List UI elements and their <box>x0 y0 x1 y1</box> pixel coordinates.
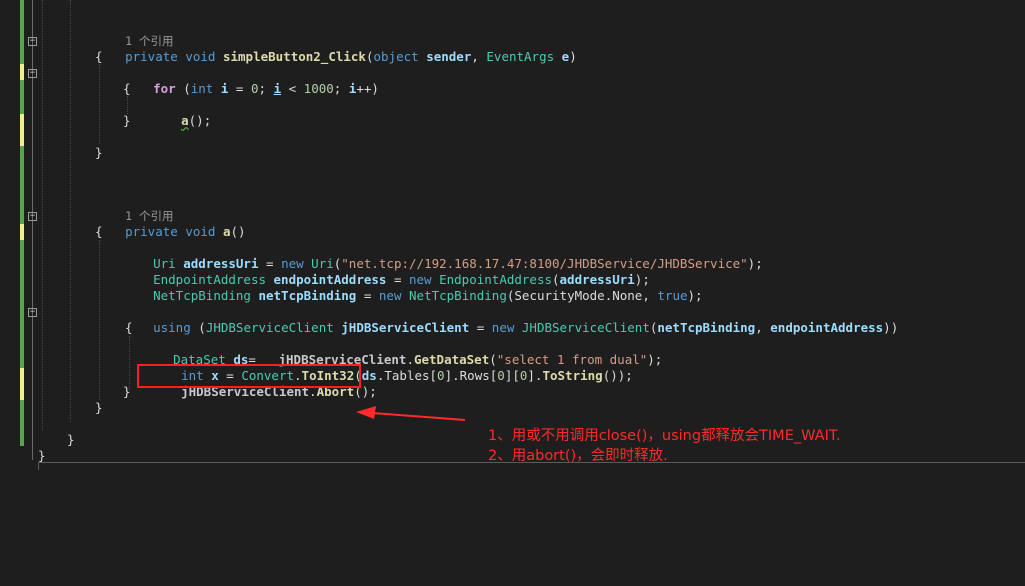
highlight-box <box>137 364 361 388</box>
code-line-brace: } <box>123 384 131 399</box>
code-line-call-a: a(); <box>181 113 212 128</box>
code-line-brace: { <box>95 49 103 64</box>
type-name: NetTcpBinding <box>153 288 251 303</box>
enum-type: SecurityMode <box>514 288 605 303</box>
code-editor[interactable]: − − − − 1 个引用 private void simpleButton2… <box>0 0 1025 470</box>
code-line-brace: } <box>123 113 131 128</box>
type-name: NetTcpBinding <box>409 288 507 303</box>
code-line-brace: { <box>95 224 103 239</box>
code-line-brace: } <box>67 432 75 447</box>
number: 0 <box>497 368 505 383</box>
collapse-icon[interactable]: − <box>28 308 37 317</box>
method-name: simpleButton2_Click <box>222 49 366 64</box>
change-indicator <box>20 80 24 114</box>
type-name: JHDBServiceClient <box>521 320 650 335</box>
enum-member: None <box>612 288 643 303</box>
param-type: object <box>373 49 419 64</box>
keyword: using <box>153 320 191 335</box>
change-indicator <box>20 400 24 446</box>
code-line-brace: { <box>125 320 133 335</box>
code-line-brace: } <box>95 145 103 160</box>
code-line-brace: { <box>123 81 131 96</box>
change-indicator-modified <box>20 368 24 400</box>
change-indicator-modified <box>20 224 24 240</box>
keyword: new <box>491 320 515 335</box>
change-indicator-modified <box>20 114 24 146</box>
change-indicator <box>20 0 24 64</box>
code-line-for-loop: for (int i = 0; i < 1000; i++) <box>153 81 379 96</box>
property: Tables <box>384 368 430 383</box>
keyword: void <box>185 224 216 239</box>
arrow-icon <box>356 406 466 421</box>
collapse-icon[interactable]: − <box>28 212 37 221</box>
keyword: true <box>657 288 688 303</box>
property: Rows <box>459 368 490 383</box>
code-line-brace: } <box>95 400 103 415</box>
number: 1000 <box>303 81 334 96</box>
indent-guide <box>70 0 71 422</box>
code-line-method1-signature: private void simpleButton2_Click(object … <box>125 49 577 64</box>
method-call: ToString <box>542 368 603 383</box>
method-name: a <box>222 224 231 239</box>
variable: endpointAddress <box>770 320 884 335</box>
change-indicator-modified <box>20 64 24 80</box>
keyword: void <box>185 49 216 64</box>
number: 0 <box>250 81 259 96</box>
code-line-uri: Uri addressUri = new Uri("net.tcp://192.… <box>153 256 763 271</box>
keyword: for <box>153 81 176 96</box>
empty-area <box>0 470 1025 586</box>
collapse-icon[interactable]: − <box>28 37 37 46</box>
code-line-using: using (JHDBServiceClient jHDBServiceClie… <box>153 320 899 335</box>
number: 0 <box>437 368 445 383</box>
keyword: private <box>125 49 178 64</box>
code-line-endpoint: EndpointAddress endpointAddress = new En… <box>153 272 650 287</box>
variable: netTcpBinding <box>258 288 357 303</box>
method-call: a <box>181 113 189 128</box>
indent-guide <box>42 0 43 430</box>
change-indicator <box>20 146 24 224</box>
code-line-binding: NetTcpBinding netTcpBinding = new NetTcp… <box>153 288 703 303</box>
keyword: int <box>190 81 214 96</box>
collapse-icon[interactable]: − <box>28 69 37 78</box>
type-name: JHDBServiceClient <box>205 320 334 335</box>
annotation-line-2: 2、用abort()，会即时释放. <box>488 448 668 464</box>
code-line-dataset: DataSet ds= jHDBServiceClient.GetDataSet… <box>173 352 663 367</box>
keyword: new <box>378 288 402 303</box>
keyword: private <box>125 224 178 239</box>
variable: jHDBServiceClient <box>341 320 470 335</box>
annotation-line-1: 1、用或不用调用close()，using都释放会TIME_WAIT. <box>488 428 841 444</box>
param-type: EventArgs <box>486 49 555 64</box>
code-line-method2-signature: private void a() <box>125 224 246 239</box>
change-indicator <box>20 240 24 368</box>
code-lens-references[interactable]: 1 个引用 <box>95 17 173 48</box>
indent-guide <box>99 240 100 400</box>
code-lens-references[interactable]: 1 个引用 <box>95 192 173 223</box>
variable: netTcpBinding <box>657 320 756 335</box>
variable: i <box>273 81 282 96</box>
param-name: sender <box>426 49 472 64</box>
